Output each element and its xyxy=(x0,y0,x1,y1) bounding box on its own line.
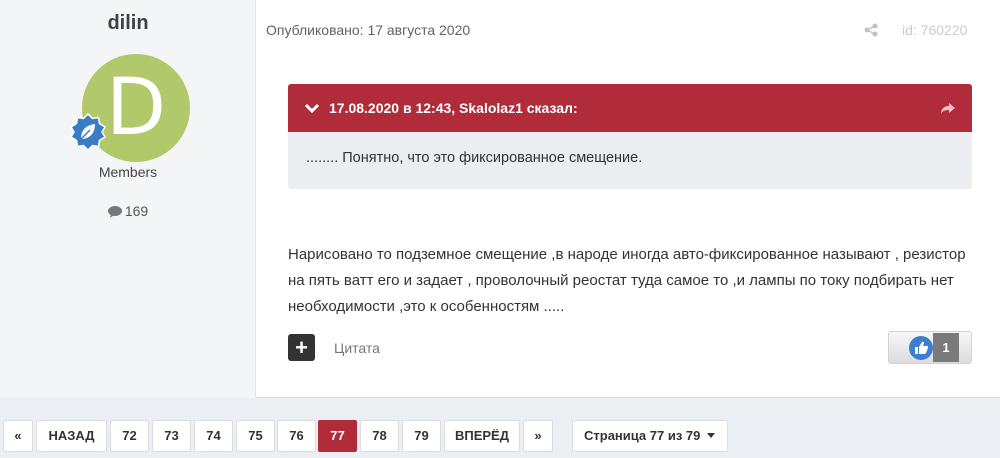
page-jump-label: Страница 77 из 79 xyxy=(584,428,701,443)
member-group: Members xyxy=(98,164,158,180)
quote-block: 17.08.2020 в 12:43, Skalolaz1 сказал: ..… xyxy=(288,84,972,189)
share-icon[interactable] xyxy=(864,23,878,37)
speech-bubble-icon xyxy=(107,206,122,218)
chevron-down-icon[interactable] xyxy=(305,103,319,113)
prev-arrow-button[interactable]: « xyxy=(3,420,33,452)
go-to-quote-icon[interactable] xyxy=(940,100,956,116)
page-link[interactable]: 72 xyxy=(110,420,149,452)
next-page-button[interactable]: ВПЕРЁД xyxy=(444,420,520,452)
multiquote-button[interactable]: + xyxy=(288,334,315,361)
page-jump-dropdown[interactable]: Страница 77 из 79 xyxy=(572,420,728,452)
caret-down-icon xyxy=(707,433,716,438)
prev-page-button[interactable]: НАЗАД xyxy=(36,420,107,452)
forum-post: dilin D Members 169 Опубликовано: 17 авг… xyxy=(0,0,1000,398)
leaf-badge-icon xyxy=(69,112,107,152)
post-count-value: 169 xyxy=(124,203,149,219)
next-arrow-button[interactable]: » xyxy=(523,420,553,452)
post-date: Опубликовано: 17 августа 2020 xyxy=(266,22,471,38)
page-link[interactable]: 79 xyxy=(402,420,441,452)
author-name[interactable]: dilin xyxy=(0,12,256,35)
page-link[interactable]: 73 xyxy=(152,420,191,452)
reaction-button[interactable] xyxy=(888,331,972,364)
post-count: 169 xyxy=(0,203,256,219)
quote-text: ........ Понятно, что это фиксированное … xyxy=(306,150,643,166)
quote-citation: 17.08.2020 в 12:43, Skalolaz1 сказал: xyxy=(329,100,578,116)
thumbs-up-icon[interactable] xyxy=(909,336,933,360)
page-link-current[interactable]: 77 xyxy=(318,420,357,452)
page-link[interactable]: 75 xyxy=(236,420,275,452)
page-link[interactable]: 78 xyxy=(360,420,399,452)
quote-button[interactable]: Цитата xyxy=(334,340,380,356)
page-link[interactable]: 74 xyxy=(194,420,233,452)
author-panel: dilin D Members 169 xyxy=(0,0,256,398)
quote-header[interactable]: 17.08.2020 в 12:43, Skalolaz1 сказал: xyxy=(288,84,972,132)
post-body: Нарисовано то подземное смещение ,в наро… xyxy=(288,246,966,315)
page-link[interactable]: 76 xyxy=(277,420,316,452)
post-id[interactable]: id: 760220 xyxy=(902,22,967,38)
reaction-count[interactable]: 1 xyxy=(933,333,959,362)
